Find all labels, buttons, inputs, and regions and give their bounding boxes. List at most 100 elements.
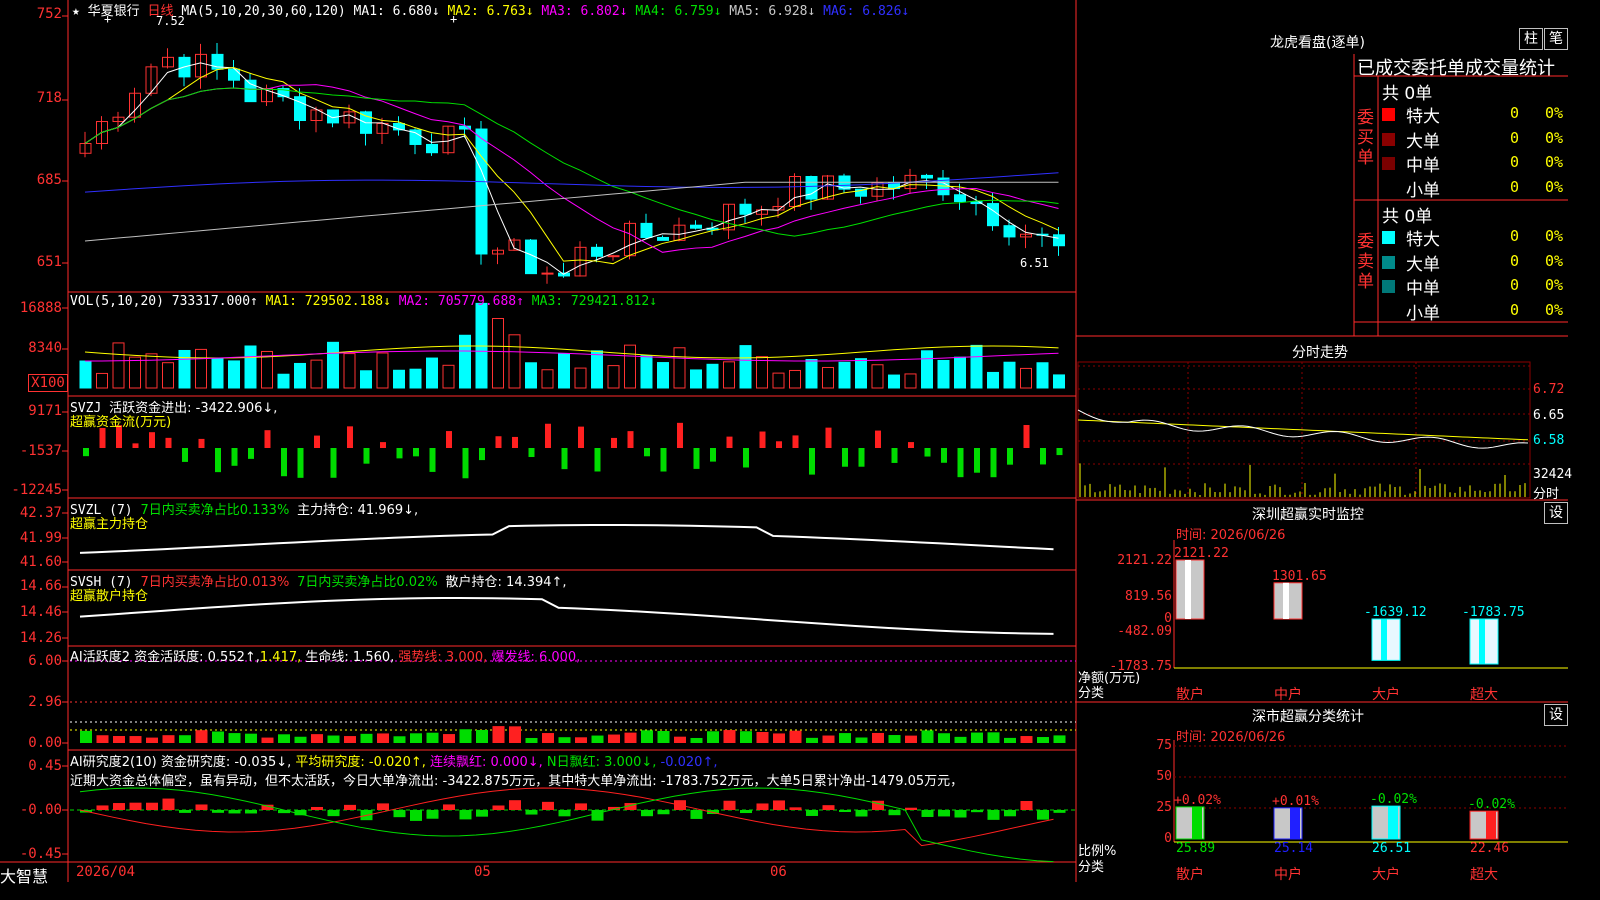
svzj-subtitle: 超赢资金流(万元) xyxy=(70,415,172,430)
activity-bar xyxy=(261,737,274,743)
activity-bar xyxy=(1053,735,1066,743)
sz-monitor-settings-button[interactable]: 设 xyxy=(1544,502,1568,524)
activity-bar xyxy=(443,734,455,743)
activity-bar xyxy=(558,737,571,743)
volume-bar xyxy=(937,359,950,389)
sz-bar-category: 散户 xyxy=(1176,687,1204,703)
buy-row-name: 小单 xyxy=(1406,180,1440,201)
sell-row-count: 0 xyxy=(1510,251,1520,270)
volume-bar xyxy=(904,373,917,389)
research-bar xyxy=(509,800,521,810)
ai-active-title: AI活跃度2 xyxy=(70,650,130,665)
class-axis-label: 0 xyxy=(1164,831,1172,846)
research-bar xyxy=(195,804,208,810)
sell-row-swatch xyxy=(1382,304,1395,318)
research-bar xyxy=(987,810,1000,820)
class-axis-label: 25 xyxy=(1156,800,1172,815)
chart-canvas[interactable] xyxy=(0,0,1568,882)
class-bar-accent xyxy=(1192,806,1202,839)
research-bar xyxy=(212,810,224,813)
svsh-ratio1: 7日内买卖净占比0.013% xyxy=(140,575,290,590)
svsh-axis-label: 14.46 xyxy=(19,604,62,620)
research-bar xyxy=(443,804,455,810)
research-bar xyxy=(905,807,917,810)
fund-flow-bar xyxy=(858,448,865,467)
volume-bar xyxy=(574,367,587,389)
sz-bar-category: 超大 xyxy=(1470,687,1498,703)
volume-bar xyxy=(327,341,339,389)
svzj-axis-label: -12245 xyxy=(11,482,62,498)
price-axis-label: 752 xyxy=(36,6,62,22)
svzl-subtitle: 超赢主力持仓 xyxy=(70,517,149,532)
sz-bar-value: -1783.75 xyxy=(1462,605,1525,620)
intraday-price-line xyxy=(1077,409,1529,449)
svzj-axis-label: 9171 xyxy=(28,403,62,419)
fund-flow-bar xyxy=(479,448,485,461)
fund-flow-bar xyxy=(627,431,634,448)
svzl-ratio: 7日内买卖净占比0.133% xyxy=(140,503,290,518)
activity-bar xyxy=(839,733,851,743)
activity-bar xyxy=(162,735,175,743)
fund-flow-bar xyxy=(792,435,799,448)
candle xyxy=(921,174,933,179)
activity-bar xyxy=(938,733,950,743)
activity-bar xyxy=(921,730,934,743)
fund-flow-bar xyxy=(264,430,271,448)
sell-orders-label: 委卖单 xyxy=(1357,232,1374,292)
fund-flow-bar xyxy=(1056,448,1063,456)
volume-bar xyxy=(294,362,306,389)
date-label: 05 xyxy=(474,864,491,880)
volume-bar xyxy=(393,369,405,389)
ai-research-header: AI研究度2(10) 资金研究度: -0.035↓, 平均研究度: -0.020… xyxy=(70,751,717,770)
activity-bar xyxy=(575,737,587,743)
intraday-vol-label: 32424 xyxy=(1533,467,1573,482)
fund-flow-bar xyxy=(132,443,139,448)
fund-flow-bar xyxy=(396,448,403,459)
activity-bar xyxy=(591,735,604,743)
volume-bar xyxy=(723,361,735,389)
sell-row-name: 中单 xyxy=(1406,279,1440,299)
ai-research-v5: -0.020↑, xyxy=(660,755,718,770)
activity-bar xyxy=(509,726,521,743)
buy-total: 共 0单 xyxy=(1382,84,1433,104)
intraday-axis-label: 6.72 xyxy=(1533,382,1565,397)
price-axis-label: 651 xyxy=(36,254,62,270)
sz-class-settings-button[interactable]: 设 xyxy=(1544,704,1568,726)
fund-flow-bar xyxy=(314,435,320,448)
volume-bar xyxy=(409,368,422,389)
sell-row-percent: 0% xyxy=(1545,227,1564,245)
stock-name[interactable]: 华夏银行 xyxy=(88,4,140,19)
research-bar xyxy=(1053,810,1066,813)
volume-bar xyxy=(591,350,603,389)
activity-bar xyxy=(822,735,835,743)
svsh-subtitle: 超赢散户持仓 xyxy=(70,589,149,604)
activity-bar xyxy=(360,733,373,743)
fund-flow-bar xyxy=(545,423,551,448)
activity-bar xyxy=(608,734,620,743)
candle xyxy=(607,255,620,258)
favorite-star-icon[interactable]: ★ xyxy=(72,4,80,19)
research-bar xyxy=(723,800,736,810)
ai-research-description: 近期大资金总体偏空，虽有异动，但不太活跃，今日大单净流出: -3422.875万… xyxy=(70,774,964,789)
brand-logo[interactable]: 大智慧 xyxy=(0,863,48,887)
research-bar xyxy=(129,802,142,810)
volume-bar xyxy=(1020,367,1032,389)
bar-mode-button[interactable]: 柱 xyxy=(1519,28,1543,50)
research-bar xyxy=(756,803,769,810)
activity-bar xyxy=(657,731,670,743)
fund-flow-bar xyxy=(215,448,221,473)
research-bar xyxy=(591,810,604,821)
class-bar-value: 26.51 xyxy=(1372,841,1412,856)
volume-bar xyxy=(640,355,653,389)
candle xyxy=(739,203,752,215)
candle xyxy=(228,68,240,81)
class-bar-change: +0.02% xyxy=(1174,792,1221,808)
tick-mode-button[interactable]: 笔 xyxy=(1544,28,1568,50)
class-bar-change: -0.02% xyxy=(1468,797,1515,813)
sz-axis-label: 2121.22 xyxy=(1117,553,1172,568)
class-bar-value: 25.89 xyxy=(1176,841,1216,856)
activity-bar xyxy=(888,735,901,743)
research-bar xyxy=(245,810,257,814)
volume-bar xyxy=(624,344,636,389)
fund-flow-bar xyxy=(165,437,172,448)
